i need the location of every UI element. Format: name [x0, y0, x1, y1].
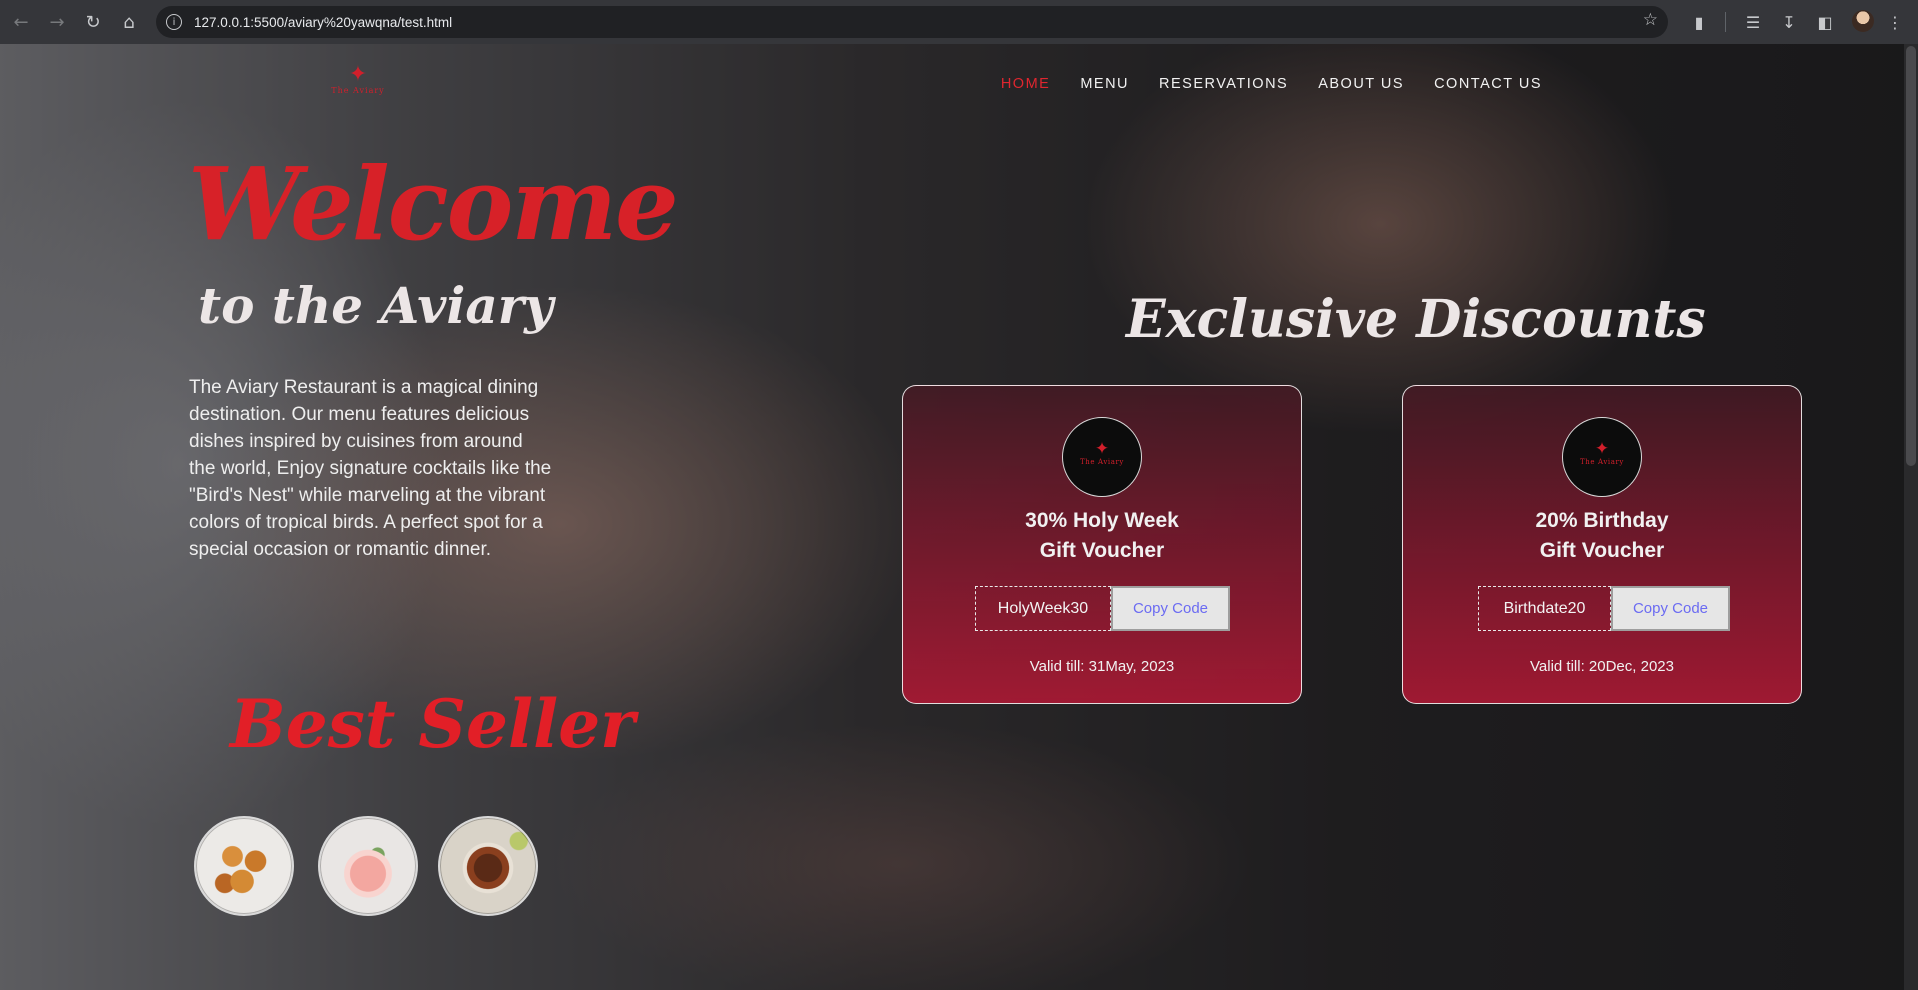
- voucher-title-line2: Gift Voucher: [1039, 539, 1165, 562]
- coupon-code: Birthdate20: [1478, 586, 1611, 631]
- hero-description: The Aviary Restaurant is a magical dinin…: [189, 377, 552, 560]
- logo-text: The Aviary: [331, 86, 385, 95]
- page-scrollbar[interactable]: [1904, 44, 1918, 990]
- coupon-row: HolyWeek30 Copy Code: [975, 586, 1230, 631]
- browser-toolbar: ← → ↻ ⌂ i 127.0.0.1:5500/aviary%20yawqna…: [0, 0, 1918, 44]
- back-icon[interactable]: ←: [6, 7, 36, 37]
- main-nav: HOME MENU RESERVATIONS ABOUT US CONTACT …: [1001, 76, 1542, 92]
- extensions-icon[interactable]: ▮: [1686, 9, 1712, 35]
- logo-text: The Aviary: [1080, 458, 1124, 466]
- nav-menu[interactable]: MENU: [1080, 76, 1129, 92]
- discounts-title: Exclusive Discounts: [1126, 289, 1706, 350]
- nav-contact-us[interactable]: CONTACT US: [1434, 76, 1542, 92]
- bird-logo-icon: ✦: [1594, 439, 1610, 459]
- menu-icon[interactable]: ⋮: [1882, 9, 1908, 35]
- nav-about-us[interactable]: ABOUT US: [1318, 76, 1404, 92]
- copy-code-button[interactable]: Copy Code: [1611, 586, 1730, 631]
- site-info-icon[interactable]: i: [166, 14, 182, 30]
- download-icon[interactable]: ↧: [1776, 9, 1802, 35]
- copy-code-button[interactable]: Copy Code: [1111, 586, 1230, 631]
- toolbar-divider: [1725, 12, 1726, 32]
- voucher-title: 30% Holy Week Gift Voucher: [903, 506, 1301, 566]
- scrollbar-thumb[interactable]: [1906, 46, 1916, 466]
- pink-cocktail-image[interactable]: [318, 816, 418, 916]
- forward-icon[interactable]: →: [42, 7, 72, 37]
- coupon-row: Birthdate20 Copy Code: [1478, 586, 1730, 631]
- address-bar[interactable]: i 127.0.0.1:5500/aviary%20yawqna/test.ht…: [156, 6, 1668, 38]
- logo-text: The Aviary: [1580, 458, 1624, 466]
- home-icon[interactable]: ⌂: [114, 7, 144, 37]
- bird-logo-icon: ✦: [1094, 439, 1110, 459]
- page: ✦ The Aviary HOME MENU RESERVATIONS ABOU…: [0, 44, 1918, 990]
- voucher-title: 20% Birthday Gift Voucher: [1403, 506, 1801, 566]
- voucher-title-line1: 20% Birthday: [1535, 509, 1669, 532]
- voucher-validity: Valid till: 20Dec, 2023: [1530, 658, 1674, 675]
- voucher-card: ✦ The Aviary 30% Holy Week Gift Voucher …: [902, 385, 1302, 704]
- voucher-logo: ✦ The Aviary: [1562, 417, 1642, 497]
- best-seller-title: Best Seller: [230, 685, 635, 763]
- voucher-card: ✦ The Aviary 20% Birthday Gift Voucher B…: [1402, 385, 1802, 704]
- voucher-logo: ✦ The Aviary: [1062, 417, 1142, 497]
- voucher-validity: Valid till: 31May, 2023: [1029, 658, 1175, 675]
- hero-title: Welcome: [188, 145, 679, 263]
- braised-dish-image[interactable]: [438, 816, 538, 916]
- coupon-code: HolyWeek30: [975, 586, 1111, 631]
- voucher-title-line1: 30% Holy Week: [1025, 509, 1179, 532]
- address-url[interactable]: 127.0.0.1:5500/aviary%20yawqna/test.html: [194, 15, 452, 30]
- bookmark-star-icon[interactable]: ☆: [1643, 10, 1658, 30]
- nav-reservations[interactable]: RESERVATIONS: [1159, 76, 1288, 92]
- voucher-title-line2: Gift Voucher: [1539, 539, 1665, 562]
- media-icon[interactable]: ☰: [1740, 9, 1766, 35]
- sidebar-icon[interactable]: ◧: [1812, 9, 1838, 35]
- reload-icon[interactable]: ↻: [78, 7, 108, 37]
- site-logo[interactable]: ✦ The Aviary: [316, 64, 400, 108]
- bird-logo-icon: ✦: [348, 62, 368, 87]
- nav-home[interactable]: HOME: [1001, 76, 1051, 92]
- pastry-bites-image[interactable]: [194, 816, 294, 916]
- hero-subtitle: to the Aviary: [198, 276, 554, 335]
- profile-avatar[interactable]: [1852, 10, 1874, 32]
